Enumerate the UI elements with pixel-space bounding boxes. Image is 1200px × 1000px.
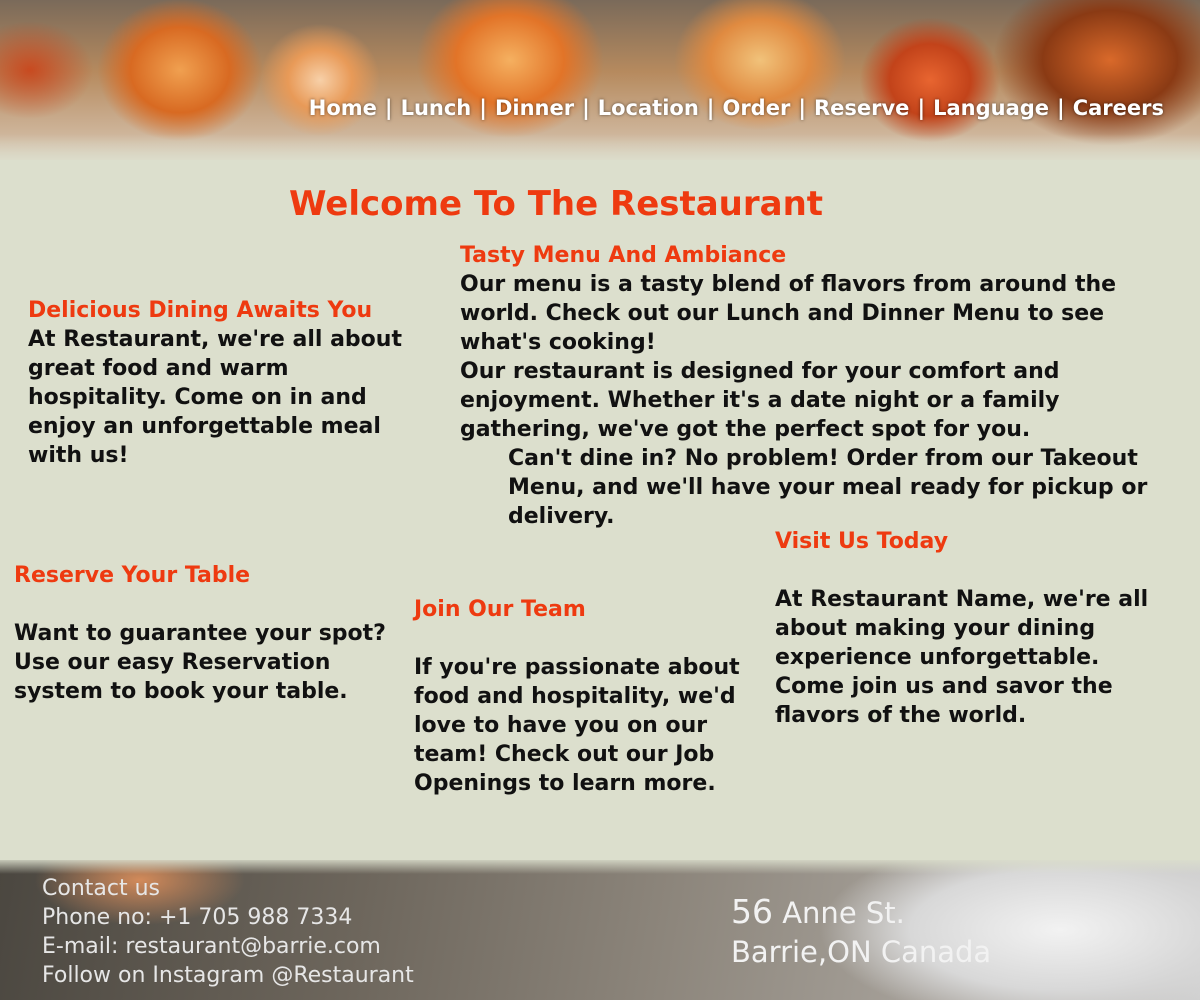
join-team-heading: Join Our Team bbox=[414, 597, 586, 622]
reserve-text: Want to guarantee your spot? Use our eas… bbox=[14, 621, 386, 704]
main-nav: Home | Lunch | Dinner | Location | Order… bbox=[309, 96, 1164, 120]
contact-title: Contact us bbox=[42, 876, 160, 901]
address-city: Barrie,ON Canada bbox=[731, 935, 992, 969]
page-title: Welcome To The Restaurant bbox=[289, 184, 824, 224]
join-team-section: Join Our Team If you're passionate about… bbox=[414, 595, 764, 798]
address-street: Anne St. bbox=[773, 896, 905, 930]
nav-separator: | bbox=[798, 96, 806, 120]
dining-text: At Restaurant, we're all about great foo… bbox=[28, 327, 402, 468]
nav-language-link[interactable]: Language bbox=[933, 96, 1049, 120]
footer: Contact us Phone no: +1 705 988 7334 E-m… bbox=[0, 860, 1200, 1000]
contact-block: Contact us Phone no: +1 705 988 7334 E-m… bbox=[42, 874, 414, 990]
nav-separator: | bbox=[706, 96, 715, 120]
reserve-section: Reserve Your Table Want to guarantee you… bbox=[14, 561, 404, 706]
dining-heading: Delicious Dining Awaits You bbox=[28, 298, 373, 323]
nav-separator: | bbox=[582, 96, 590, 120]
nav-dinner-link[interactable]: Dinner bbox=[495, 96, 574, 120]
nav-careers-link[interactable]: Careers bbox=[1073, 96, 1164, 120]
nav-home-link[interactable]: Home bbox=[309, 96, 377, 120]
ambiance-text: Our restaurant is designed for your comf… bbox=[460, 359, 1060, 442]
nav-location-link[interactable]: Location bbox=[598, 96, 699, 120]
visit-text: At Restaurant Name, we're all about maki… bbox=[775, 587, 1149, 728]
address-street-line: 56 Anne St. bbox=[731, 892, 991, 933]
visit-heading: Visit Us Today bbox=[775, 529, 949, 554]
nav-separator: | bbox=[479, 96, 487, 120]
address-block: 56 Anne St. Barrie,ON Canada bbox=[731, 892, 991, 972]
visit-section: Visit Us Today At Restaurant Name, we're… bbox=[775, 527, 1175, 730]
takeout-text: Can't dine in? No problem! Order from ou… bbox=[508, 446, 1148, 529]
tasty-menu-section: Tasty Menu And Ambiance Our menu is a ta… bbox=[460, 241, 1180, 531]
tasty-menu-heading: Tasty Menu And Ambiance bbox=[460, 243, 787, 268]
join-team-text: If you're passionate about food and hosp… bbox=[414, 655, 740, 796]
phone-number: Phone no: +1 705 988 7334 bbox=[42, 905, 353, 930]
reserve-heading: Reserve Your Table bbox=[14, 563, 251, 588]
nav-separator: | bbox=[1057, 96, 1065, 120]
nav-lunch-link[interactable]: Lunch bbox=[401, 96, 472, 120]
nav-separator: | bbox=[917, 96, 926, 120]
nav-order-link[interactable]: Order bbox=[722, 96, 790, 120]
tasty-menu-text: Our menu is a tasty blend of flavors fro… bbox=[460, 272, 1117, 355]
address-number: 56 bbox=[731, 892, 773, 931]
header-banner-image bbox=[0, 0, 1200, 160]
instagram-handle: Follow on Instagram @Restaurant bbox=[42, 963, 414, 988]
nav-reserve-link[interactable]: Reserve bbox=[814, 96, 909, 120]
dining-section: Delicious Dining Awaits You At Restauran… bbox=[28, 296, 428, 470]
email-address: E-mail: restaurant@barrie.com bbox=[42, 934, 381, 959]
nav-separator: | bbox=[384, 96, 393, 120]
